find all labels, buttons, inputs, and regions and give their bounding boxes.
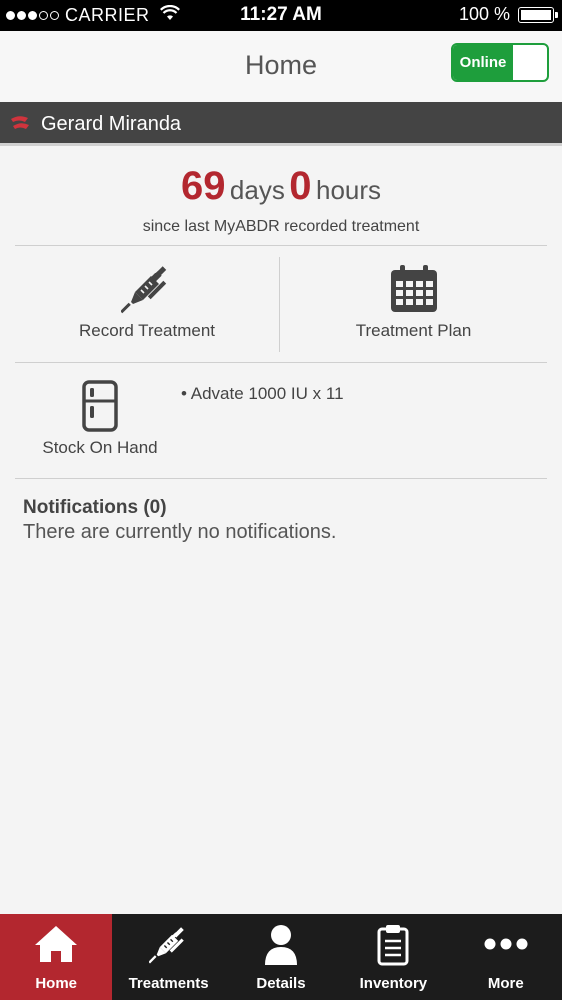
- tab-details[interactable]: Details: [225, 914, 337, 1000]
- days-since-treatment: 69 days 0 hours: [0, 164, 562, 209]
- divider: [15, 245, 547, 246]
- stock-on-hand-button[interactable]: Stock On Hand: [15, 380, 185, 460]
- tab-more-label: More: [487, 975, 524, 992]
- tab-home[interactable]: Home: [0, 914, 113, 1000]
- calendar-icon: [280, 262, 547, 314]
- hours-unit: hours: [315, 175, 382, 205]
- stock-list: • Advate 1000 IU x 11: [181, 384, 344, 404]
- treatment-plan-label: Treatment Plan: [355, 321, 472, 340]
- tab-bar: Home Treatments Details Inventory More: [0, 914, 562, 1000]
- online-toggle-label: Online: [453, 45, 513, 80]
- battery-percent: 100 %: [458, 4, 510, 24]
- home-icon: [0, 924, 112, 964]
- status-bar: CARRIER 11:27 AM 100 %: [0, 0, 562, 31]
- user-bar: Gerard Miranda: [0, 102, 562, 146]
- tab-home-label: Home: [35, 975, 78, 992]
- treatment-plan-button[interactable]: Treatment Plan: [280, 262, 547, 348]
- person-icon: [225, 924, 337, 966]
- more-dots-icon: [450, 938, 562, 950]
- hours-count: 0: [289, 164, 312, 208]
- tab-treatments-label: Treatments: [128, 975, 209, 992]
- fridge-icon: [15, 380, 185, 434]
- battery-icon: [518, 6, 558, 23]
- user-name: Gerard Miranda: [41, 113, 182, 135]
- tab-inventory-label: Inventory: [359, 975, 428, 992]
- stock-item: • Advate 1000 IU x 11: [181, 384, 344, 403]
- stock-on-hand-label: Stock On Hand: [42, 438, 158, 457]
- since-caption: since last MyABDR recorded treatment: [142, 218, 420, 235]
- record-treatment-button[interactable]: Record Treatment: [15, 262, 279, 348]
- tab-details-label: Details: [256, 975, 306, 992]
- divider: [15, 478, 547, 479]
- syringe-icon: [15, 262, 279, 314]
- clipboard-icon: [337, 924, 449, 966]
- notifications-text: There are currently no notifications.: [23, 521, 337, 543]
- tab-inventory[interactable]: Inventory: [337, 914, 449, 1000]
- tab-treatments[interactable]: Treatments: [112, 914, 224, 1000]
- days-unit: days: [229, 175, 285, 205]
- days-count: 69: [180, 164, 226, 208]
- divider: [15, 362, 547, 363]
- syringe-icon: [112, 924, 224, 964]
- tab-more[interactable]: More: [450, 914, 562, 1000]
- notifications-title: Notifications (0): [23, 497, 167, 518]
- online-toggle[interactable]: Online: [451, 43, 549, 82]
- record-treatment-label: Record Treatment: [78, 321, 216, 340]
- abdr-logo-icon: [9, 113, 31, 135]
- nav-bar: Home Online: [0, 31, 562, 102]
